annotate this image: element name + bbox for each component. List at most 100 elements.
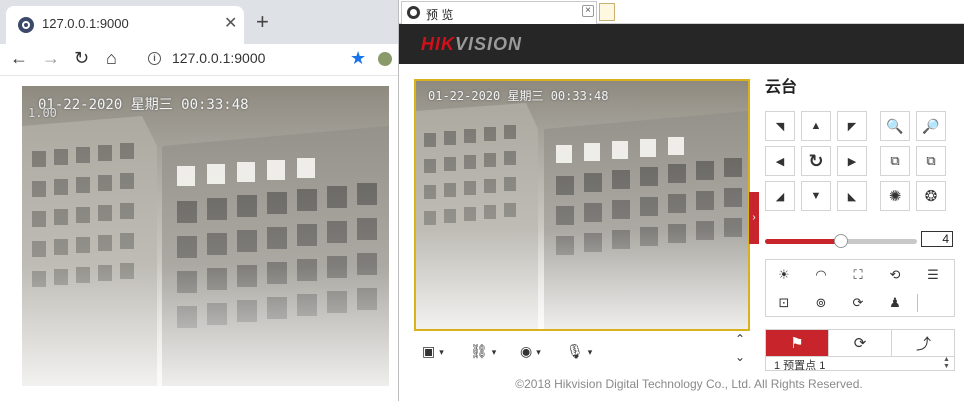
video-osd-timestamp: 01-22-2020 星期三 00:33:48 [428, 89, 609, 103]
arrow-left-icon: ◀ [775, 155, 785, 168]
hikvision-header: HIKVISION [399, 24, 964, 64]
microphone-icon: 🎙 [566, 343, 584, 359]
flag-icon: ⚑ [790, 335, 804, 352]
lens-init-icon[interactable]: ⟲ [883, 264, 907, 286]
hikvision-logo: HIKVISION [421, 34, 522, 55]
arrow-right-icon: ▶ [847, 155, 857, 168]
globe-icon [18, 17, 34, 33]
forward-button[interactable]: → [42, 48, 60, 68]
ie-tab-bar: 预 览 × [399, 0, 964, 24]
logo-vision: VISION [455, 34, 523, 54]
chrome-tab[interactable]: 127.0.0.1:9000 ✕ [6, 6, 244, 44]
chrome-video-feed: 01-22-2020 星期三 00:33:48 1.00 [22, 86, 389, 386]
iris-close-icon: ❂ [924, 188, 938, 205]
building-scene-image [416, 81, 748, 329]
refresh-icon: ⟳ [853, 335, 867, 352]
window-split-button[interactable]: ▣ ▾ [422, 343, 444, 361]
ptz-speed-slider[interactable] [765, 234, 917, 248]
ptz-down-left-button[interactable]: ◢ [765, 181, 795, 211]
page-icon [407, 6, 420, 19]
audio-button[interactable]: 🎙 ▾ [566, 343, 592, 361]
ptz-down-right-button[interactable]: ◣ [837, 181, 867, 211]
panel-collapse-button[interactable]: › [749, 192, 759, 244]
chrome-toolbar: ← → ↻ ⌂ i 127.0.0.1:9000 ★ [0, 44, 398, 76]
back-button[interactable]: ← [10, 48, 28, 68]
reload-button[interactable]: ↻ [74, 48, 89, 68]
focus-assist-icon[interactable]: ⛶ [846, 264, 870, 286]
manual-track-icon[interactable]: ⊡ [772, 292, 796, 314]
iris-open-button[interactable]: ✺ [880, 181, 910, 211]
arrow-down-left-icon: ◢ [775, 190, 785, 203]
ie-tab-preview[interactable]: 预 览 × [401, 1, 597, 24]
tab-patrol[interactable]: ⟳ [829, 330, 892, 356]
wiper-icon[interactable]: ◠ [809, 264, 833, 286]
chrome-osd-timestamp: 01-22-2020 星期三 00:33:48 [38, 97, 249, 113]
stream-icon: ⛓ [470, 343, 488, 359]
ptz-up-right-button[interactable]: ◤ [837, 111, 867, 141]
focus-near-button[interactable]: ⧉ [880, 146, 910, 176]
chrome-tab-bar: 127.0.0.1:9000 ✕ + [0, 0, 398, 44]
toolbar-scroll[interactable]: ⌃ ⌄ [733, 330, 747, 370]
zoom-in-icon: 🔎 [922, 117, 940, 134]
home-button[interactable]: ⌂ [106, 48, 117, 68]
capture-icon: ◉ [520, 343, 533, 359]
rotate-icon: ↻ [808, 150, 824, 171]
iris-close-button[interactable]: ❂ [916, 181, 946, 211]
chevron-down-icon[interactable]: ⌄ [733, 348, 747, 366]
chrome-osd-zoom: 1.00 [28, 106, 57, 120]
extension-icon[interactable] [378, 52, 392, 66]
preview-content: 01-22-2020 星期三 00:33:48 › ▣ ▾ ⛓ ▾ ◉ ▾ 🎙 ▾ ⌃ … [399, 64, 964, 401]
speed-value-field[interactable]: 4 [921, 231, 953, 247]
park-icon[interactable]: ⟳ [846, 292, 870, 314]
list-scroll-icon[interactable]: ▲ ▼ [943, 357, 950, 370]
ptz-left-button[interactable]: ◀ [765, 146, 795, 176]
ptz-right-button[interactable]: ▶ [837, 146, 867, 176]
close-icon[interactable]: ✕ [224, 15, 237, 33]
speed-slider-fill [765, 239, 841, 244]
light-icon[interactable]: ☀ [772, 264, 796, 286]
tab-pattern[interactable]: ⤴ [892, 330, 955, 356]
chevron-down-icon: ▾ [491, 346, 497, 357]
copyright-text: ©2018 Hikvision Digital Technology Co., … [515, 377, 863, 391]
arrow-up-left-icon: ◥ [775, 120, 785, 133]
ptz-up-left-button[interactable]: ◥ [765, 111, 795, 141]
arrow-up-right-icon: ◤ [847, 120, 857, 133]
hikvision-browser-window: 预 览 × HIKVISION 01-22-2020 星期三 00:33:48 … [398, 0, 964, 401]
new-tab-button[interactable]: + [256, 10, 269, 34]
divider [917, 294, 918, 312]
menu-icon[interactable]: ☰ [921, 264, 945, 286]
person-icon[interactable]: ♟ [883, 292, 907, 314]
preset-row[interactable]: 1 预置点 1 [774, 357, 825, 370]
zoom-out-button[interactable]: 🔍 [880, 111, 910, 141]
trend-icon: ⤴ [915, 335, 931, 353]
capture-button[interactable]: ◉ ▾ [520, 343, 541, 361]
bookmark-star-icon[interactable]: ★ [350, 48, 366, 69]
preset-tabs: ⚑ ⟳ ⤴ [765, 329, 955, 357]
chevron-down-icon: ▾ [439, 346, 444, 357]
arrow-up-icon: ▲ [810, 120, 822, 132]
video-toolbar: ▣ ▾ ⛓ ▾ ◉ ▾ 🎙 ▾ [414, 335, 734, 367]
window-split-icon: ▣ [422, 343, 436, 359]
live-video-window[interactable]: 01-22-2020 星期三 00:33:48 [414, 79, 750, 331]
chevron-down-icon: ▾ [536, 346, 541, 357]
stream-type-button[interactable]: ⛓ ▾ [470, 343, 496, 361]
chrome-tab-title: 127.0.0.1:9000 [42, 16, 129, 31]
chevron-up-icon[interactable]: ⌃ [733, 330, 747, 348]
address-bar[interactable]: 127.0.0.1:9000 [172, 50, 265, 66]
ptz-function-grid: ☀ ◠ ⛶ ⟲ ☰ ⊡ ⊚ ⟳ ♟ [765, 259, 955, 317]
arrow-down-right-icon: ◣ [847, 190, 857, 203]
speed-slider-handle[interactable] [834, 234, 848, 248]
ptz-up-button[interactable]: ▲ [801, 111, 831, 141]
zoom-in-button[interactable]: 🔎 [916, 111, 946, 141]
info-icon[interactable]: i [148, 52, 161, 65]
preset-list: 1 预置点 1 ▲ ▼ [765, 357, 955, 371]
close-icon[interactable]: × [582, 5, 594, 17]
focus-far-button[interactable]: ⧉ [916, 146, 946, 176]
ptz-down-button[interactable]: ▼ [801, 181, 831, 211]
new-tab-button[interactable] [599, 3, 615, 21]
tab-preset[interactable]: ⚑ [766, 330, 829, 356]
ptz-auto-button[interactable]: ↻ [801, 146, 831, 176]
chrome-window: 127.0.0.1:9000 ✕ + ← → ↻ ⌂ i 127.0.0.1:9… [0, 0, 398, 401]
3d-zoom-icon[interactable]: ⊚ [809, 292, 833, 314]
zoom-out-icon: 🔍 [886, 117, 904, 134]
